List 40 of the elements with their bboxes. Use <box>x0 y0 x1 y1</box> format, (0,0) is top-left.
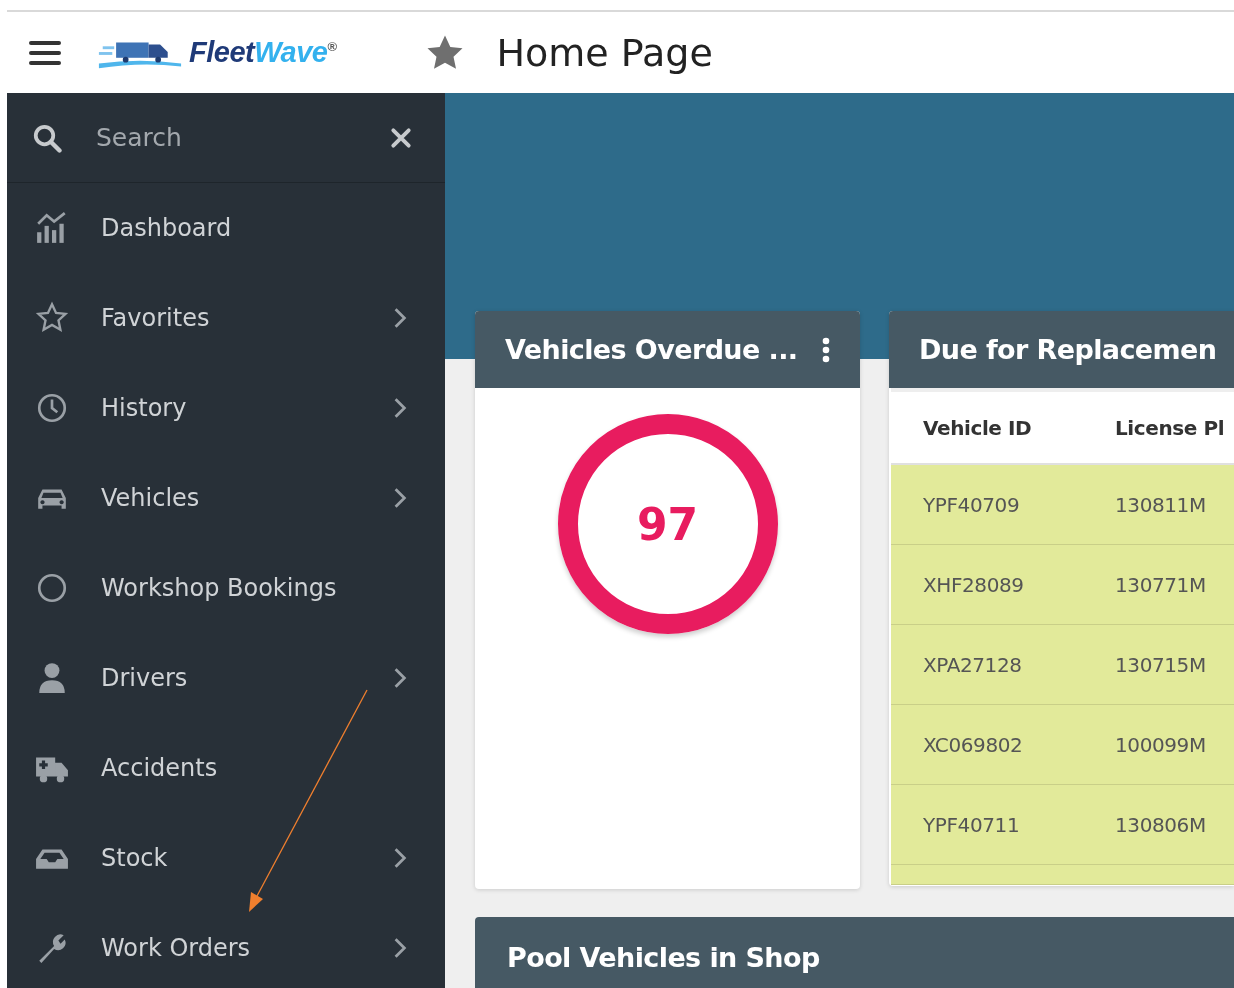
table-cell-text: YPF40711 <box>922 812 1021 837</box>
table-cell-text: XPA27128 <box>922 652 1023 677</box>
menu-icon[interactable] <box>29 39 61 66</box>
sidebar-item[interactable]: History <box>7 363 445 453</box>
sidebar-item[interactable]: Dashboard <box>7 183 445 273</box>
table-cell: 130806M <box>1115 812 1206 837</box>
column-header: Vehicle ID <box>922 415 1033 440</box>
sidebar-item[interactable]: Drivers <box>7 633 445 723</box>
circle-icon <box>35 571 69 605</box>
search-field[interactable]: Search <box>94 122 390 153</box>
search-icon <box>32 122 62 153</box>
sidebar-item[interactable]: Vehicles <box>7 453 445 543</box>
table-cell: 130811M <box>1115 492 1206 517</box>
table-cell-text: XC069802 <box>922 732 1024 757</box>
table-row[interactable]: XHF28089 130771M <box>891 545 1234 625</box>
table-row[interactable]: XC069802 100099M <box>891 705 1234 785</box>
table-cell: 130715M <box>1115 652 1206 677</box>
card-title: Pool Vehicles in Shop <box>507 941 820 973</box>
table-row[interactable]: YPF40711 130806M <box>891 785 1234 865</box>
more-options-icon[interactable] <box>822 336 830 363</box>
column-header: License Pl <box>1115 415 1225 440</box>
table-cell: 130771M <box>1115 572 1206 597</box>
sidebar-item[interactable]: Work Orders <box>7 903 445 988</box>
sidebar-item[interactable]: Favorites <box>7 273 445 363</box>
sidebar-item[interactable]: Accidents <box>7 723 445 813</box>
card-title: Vehicles Overdue ... <box>505 334 798 365</box>
table-cell-text: XHF28089 <box>922 572 1025 597</box>
table-row[interactable]: XPA27128 130715M <box>891 625 1234 705</box>
page-title: Home Page <box>496 30 713 75</box>
count-value: 97 <box>636 498 699 550</box>
star-icon <box>35 301 69 335</box>
table-cell-text: YPF40709 <box>922 492 1021 517</box>
table-cell: 100099M <box>1115 732 1206 757</box>
card-title: Due for Replacemen <box>919 334 1217 365</box>
clock-icon <box>35 391 69 425</box>
sidebar-item[interactable]: Workshop Bookings <box>7 543 445 633</box>
sidebar-item[interactable]: Stock <box>7 813 445 903</box>
close-icon[interactable] <box>390 126 412 149</box>
table-row[interactable]: YPF40709 130811M <box>891 465 1234 545</box>
logo-text: FleetWave$^{®}$ <box>189 36 337 69</box>
